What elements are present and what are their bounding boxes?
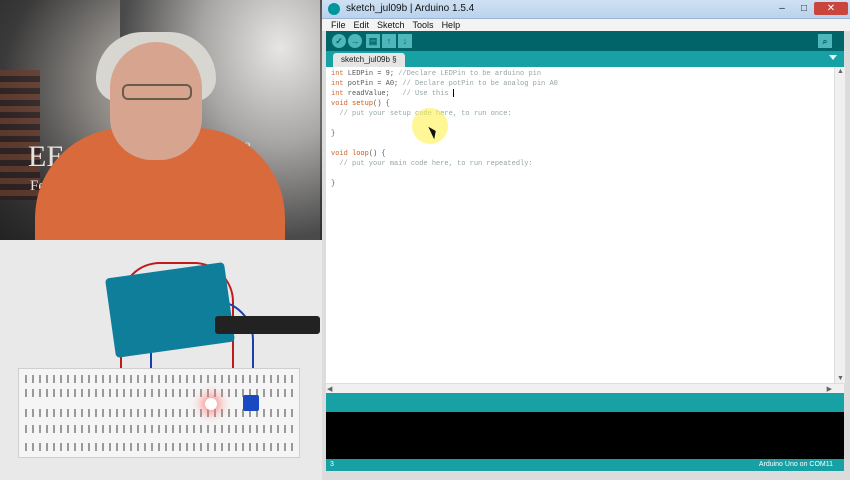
code-keyword: void xyxy=(331,150,348,158)
code-line: void loop() { xyxy=(331,149,386,159)
check-icon[interactable]: ✓ xyxy=(332,34,346,48)
magnifier-icon[interactable]: ⌕ xyxy=(818,34,832,48)
code-keyword: int xyxy=(331,90,344,98)
board-port-label: Arduino Uno on COM11 xyxy=(758,461,833,468)
code-editor[interactable]: int LEDPin = 9; //Declare LEDPin to be a… xyxy=(326,67,834,383)
breadboard-rail xyxy=(25,425,293,433)
save-arrow-down-icon[interactable]: ↓ xyxy=(398,34,412,48)
breadboard-rail xyxy=(25,375,293,383)
scroll-down-icon[interactable]: ▼ xyxy=(837,375,844,382)
code-line: int LEDPin = 9; //Declare LEDPin to be a… xyxy=(331,69,541,79)
arduino-ide-window: sketch_jul09b | Arduino 1.5.4 – □ ✕ File… xyxy=(322,0,850,480)
code-line: // put your main code here, to run repea… xyxy=(331,159,533,169)
console-output[interactable] xyxy=(326,412,844,459)
code-text: readValue; xyxy=(343,90,403,98)
code-line: } xyxy=(331,129,335,139)
scroll-left-icon[interactable]: ◀ xyxy=(327,385,332,393)
scroll-right-icon[interactable]: ▶ xyxy=(827,385,832,393)
code-line: } xyxy=(331,179,335,189)
code-comment: //Declare LEDPin to be arduino pin xyxy=(398,70,542,78)
code-comment: // Declare potPin to be analog pin A0 xyxy=(402,80,558,88)
close-button[interactable]: ✕ xyxy=(814,2,848,15)
code-comment: // put your main code here, to run repea… xyxy=(339,160,533,168)
tab-bar: sketch_jul09b § xyxy=(326,51,844,67)
message-area xyxy=(326,393,844,412)
scroll-up-icon[interactable]: ▲ xyxy=(837,68,844,75)
code-function: setup xyxy=(352,100,374,108)
status-bar: 3 Arduino Uno on COM11 xyxy=(326,459,844,471)
code-line: int readValue; // Use this xyxy=(331,89,454,99)
menu-help[interactable]: Help xyxy=(438,19,465,31)
vertical-scrollbar[interactable]: ▲ ▼ xyxy=(834,67,845,383)
menu-bar: File Edit Sketch Tools Help xyxy=(322,19,850,31)
menu-edit[interactable]: Edit xyxy=(350,19,374,31)
arduino-board xyxy=(105,262,235,358)
new-file-icon[interactable]: ▤ xyxy=(366,34,380,48)
led-lit xyxy=(205,398,217,410)
menu-sketch[interactable]: Sketch xyxy=(373,19,409,31)
code-keyword: int xyxy=(331,70,344,78)
title-bar[interactable]: sketch_jul09b | Arduino 1.5.4 – □ ✕ xyxy=(322,0,850,19)
code-text: () { xyxy=(368,150,386,158)
presenter-glasses xyxy=(122,84,192,100)
code-keyword: int xyxy=(331,80,344,88)
tab-sketch[interactable]: sketch_jul09b § xyxy=(333,53,405,67)
code-text: potPin = A0; xyxy=(343,80,403,88)
usb-cable xyxy=(215,316,320,334)
breadboard xyxy=(18,368,300,458)
code-line: int potPin = A0; // Declare potPin to be… xyxy=(331,79,558,89)
open-arrow-up-icon[interactable]: ↑ xyxy=(382,34,396,48)
toolbar: ✓ → ▤ ↑ ↓ ⌕ xyxy=(326,31,844,51)
maximize-button[interactable]: □ xyxy=(794,2,814,15)
code-text: () { xyxy=(373,100,390,108)
code-line: void setup() { xyxy=(331,99,390,109)
tab-menu-arrow-icon[interactable] xyxy=(829,55,837,60)
code-function: loop xyxy=(352,150,369,158)
minimize-button[interactable]: – xyxy=(772,2,792,15)
code-text: } xyxy=(331,180,336,188)
code-comment: // Use this xyxy=(402,90,453,98)
line-number: 3 xyxy=(330,461,334,468)
arrow-right-icon[interactable]: → xyxy=(348,34,362,48)
potentiometer xyxy=(243,395,259,411)
text-caret xyxy=(452,89,454,98)
code-keyword: void xyxy=(331,100,348,108)
menu-tools[interactable]: Tools xyxy=(409,19,438,31)
presenter-face xyxy=(110,42,202,160)
code-text: } xyxy=(331,130,336,138)
window-title: sketch_jul09b | Arduino 1.5.4 xyxy=(346,3,475,14)
code-text: LEDPin = 9; xyxy=(343,70,399,78)
arduino-app-icon xyxy=(328,3,340,15)
breadboard-rail xyxy=(25,443,293,451)
menu-file[interactable]: File xyxy=(322,19,350,31)
presenter-video: EE Feb ce xyxy=(0,0,322,240)
